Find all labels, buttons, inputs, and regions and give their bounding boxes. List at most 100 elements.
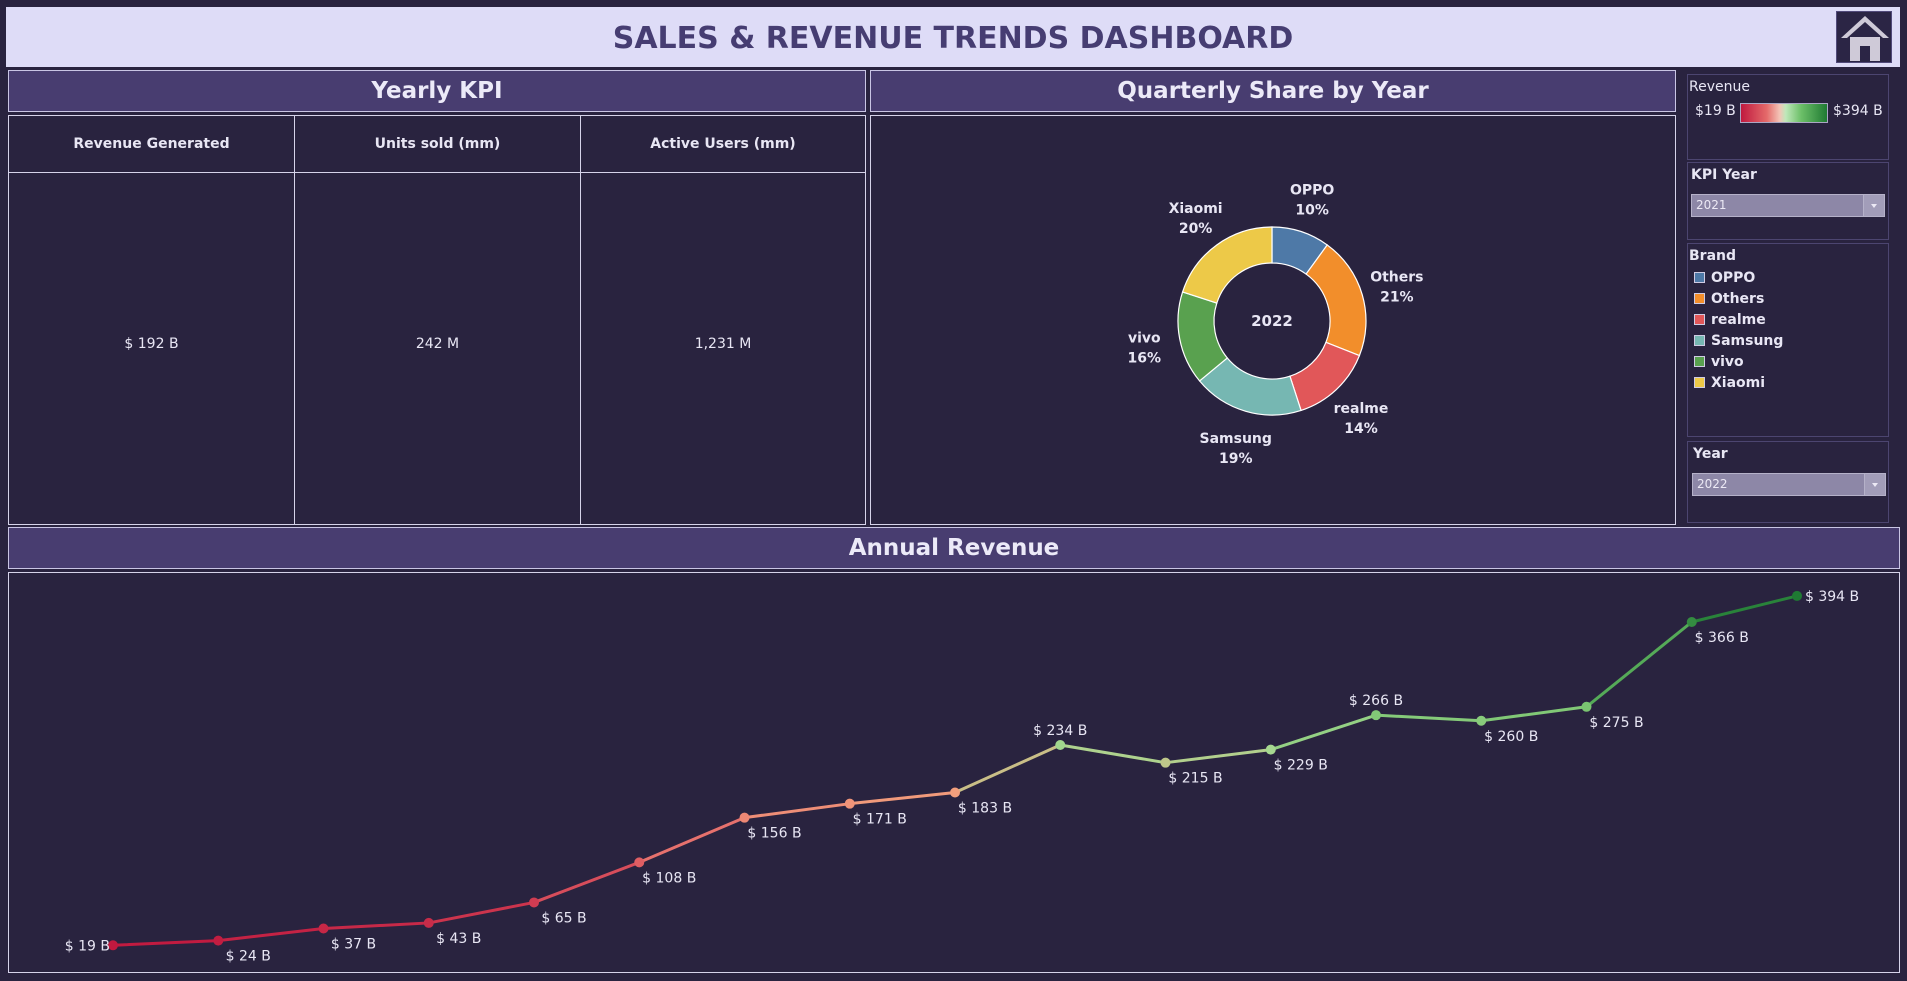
line-point[interactable] [950, 787, 960, 798]
line-segment [322, 921, 431, 931]
home-button[interactable] [1836, 11, 1892, 63]
donut-label-pct: 21% [1380, 290, 1414, 306]
line-point[interactable] [739, 812, 750, 823]
line-chart: $ 19 B $ 24 B $ 37 B $ 43 B $ 65 B $ 108 B $ 1… [65, 589, 1859, 965]
legend-swatch [1694, 293, 1705, 304]
legend-label: vivo [1711, 354, 1744, 370]
legend-item-oppo[interactable]: OPPO [1694, 270, 1874, 286]
line-point[interactable] [529, 897, 539, 908]
line-segment [637, 816, 746, 864]
line-point[interactable] [1686, 616, 1697, 627]
legend-label: Samsung [1711, 333, 1784, 349]
line-data-label: $ 275 B [1589, 715, 1643, 731]
donut-label-pct: 19% [1219, 451, 1253, 467]
brand-legend-items: OPPO Others realme Samsung vivo Xiaomi [1694, 270, 1884, 430]
line-data-label: $ 366 B [1695, 630, 1749, 646]
line-segment [1269, 713, 1378, 752]
line-data-label: $ 65 B [541, 910, 586, 926]
line-data-label: $ 260 B [1484, 729, 1538, 745]
donut-label-pct: 16% [1128, 350, 1162, 366]
line-segment [1479, 705, 1588, 723]
donut-slice-xiaomi[interactable] [1181, 226, 1273, 304]
line-segment [1058, 743, 1167, 765]
donut-label-name: OPPO [1290, 182, 1334, 198]
line-data-label: $ 234 B [1033, 723, 1087, 739]
line-data-label: $ 43 B [436, 931, 481, 947]
annual-revenue-title: Annual Revenue [8, 527, 1900, 569]
line-point[interactable] [423, 917, 434, 928]
kpi-users-value: 1,231 M [694, 336, 752, 352]
line-segment [953, 743, 1062, 794]
year-filter-title: Year [1693, 446, 1728, 462]
line-data-label: $ 266 B [1349, 693, 1403, 709]
chevron-down-icon[interactable] [1863, 195, 1884, 216]
line-data-label: $ 19 B [65, 938, 110, 954]
line-data-label: $ 37 B [331, 937, 376, 953]
legend-swatch [1694, 272, 1705, 283]
line-segment [427, 900, 536, 925]
line-data-label: $ 229 B [1274, 758, 1328, 774]
kpi-year-title: KPI Year [1691, 167, 1757, 183]
line-point[interactable] [844, 798, 855, 809]
line-point[interactable] [1476, 715, 1487, 726]
donut-label-name: realme [1334, 401, 1389, 417]
donut-label-name: Others [1370, 270, 1423, 286]
line-point[interactable] [1265, 744, 1276, 755]
donut-label-pct: 20% [1179, 221, 1213, 237]
revenue-legend-min: $19 B [1695, 103, 1736, 119]
line-point[interactable] [318, 923, 329, 934]
legend-item-others[interactable]: Others [1694, 291, 1874, 307]
legend-item-realme[interactable]: realme [1694, 312, 1874, 328]
kpi-units: Units sold (mm) 242 M [295, 116, 581, 524]
brand-legend: Brand OPPO Others realme Samsung vivo Xiaomi [1687, 243, 1889, 437]
donut-slice-others[interactable] [1305, 244, 1367, 357]
line-data-label: $ 215 B [1168, 771, 1222, 787]
legend-item-vivo[interactable]: vivo [1694, 354, 1874, 370]
line-data-label: $ 108 B [642, 870, 696, 886]
year-selected: 2022 [1697, 477, 1728, 491]
kpi-users: Active Users (mm) 1,231 M [581, 116, 865, 524]
kpi-revenue: Revenue Generated $ 192 B [9, 116, 295, 524]
legend-label: Xiaomi [1711, 375, 1766, 391]
revenue-gradient [1740, 103, 1828, 123]
legend-item-xiaomi[interactable]: Xiaomi [1694, 375, 1874, 391]
legend-label: Others [1711, 291, 1765, 307]
line-point[interactable] [1160, 757, 1171, 768]
line-data-label: $ 183 B [958, 800, 1012, 816]
line-segment [1164, 748, 1273, 765]
line-segment [216, 927, 325, 943]
line-point[interactable] [1371, 710, 1381, 721]
line-point[interactable] [1581, 701, 1592, 712]
line-point[interactable] [1792, 590, 1802, 601]
line-data-label: $ 394 B [1805, 589, 1859, 605]
line-segment [111, 939, 220, 947]
home-icon [1841, 16, 1889, 61]
donut-chart: OPPO 10% Others 21% realme 14% Samsung 19% vivo 1… [1128, 182, 1424, 467]
year-dropdown[interactable]: 2022 [1692, 473, 1886, 496]
kpi-year-filter: KPI Year 2021 [1687, 162, 1889, 240]
revenue-legend: Revenue $19 B $394 B [1687, 74, 1889, 160]
kpi-year-dropdown[interactable]: 2021 [1691, 194, 1885, 217]
line-point[interactable] [1055, 739, 1066, 750]
line-point[interactable] [213, 935, 224, 946]
revenue-legend-title: Revenue [1689, 79, 1750, 95]
year-filter: Year 2022 [1687, 441, 1889, 523]
kpi-units-value: 242 M [415, 336, 460, 352]
kpi-year-selected: 2021 [1696, 198, 1727, 212]
line-segment [1585, 620, 1694, 709]
donut-label-pct: 10% [1295, 202, 1329, 218]
donut-center-label: 2022 [1251, 312, 1293, 330]
line-segment [532, 860, 641, 904]
kpi-units-label: Units sold (mm) [295, 116, 580, 173]
chevron-down-icon[interactable] [1864, 474, 1885, 495]
legend-item-samsung[interactable]: Samsung [1694, 333, 1874, 349]
revenue-legend-max: $394 B [1833, 103, 1883, 119]
line-segment [743, 802, 852, 820]
legend-swatch [1694, 356, 1705, 367]
quarterly-share-title: Quarterly Share by Year [870, 70, 1676, 112]
legend-swatch [1694, 377, 1705, 388]
line-point[interactable] [634, 857, 645, 868]
kpi-revenue-value: $ 192 B [124, 336, 179, 352]
brand-legend-title: Brand [1689, 248, 1737, 264]
donut-panel: OPPO 10% Others 21% realme 14% Samsung 19% vivo 1… [870, 115, 1676, 525]
